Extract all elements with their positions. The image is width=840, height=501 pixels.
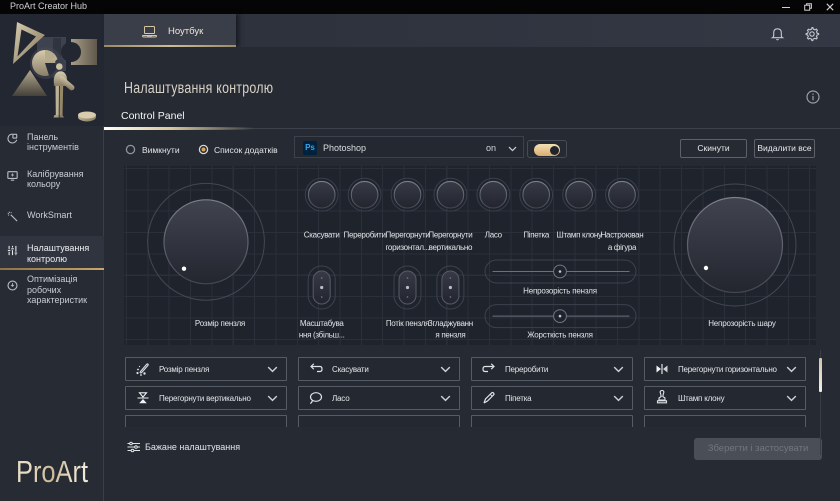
- svg-text:вертикально: вертикально: [429, 243, 473, 252]
- svg-text:Настроюван: Настроюван: [601, 231, 644, 240]
- svg-text:Розмір пензля: Розмір пензля: [195, 319, 245, 328]
- svg-text:Штамп клону: Штамп клону: [556, 231, 602, 240]
- svg-text:Переробити: Переробити: [344, 231, 386, 240]
- svg-text:Масштабува: Масштабува: [300, 319, 345, 328]
- svg-text:Згладжуванн: Згладжуванн: [428, 319, 473, 328]
- svg-text:Непрозорість пензля: Непрозорість пензля: [523, 287, 597, 296]
- svg-text:Потік пензля: Потік пензля: [386, 319, 429, 328]
- svg-text:а фігура: а фігура: [608, 243, 637, 252]
- svg-text:горизонтал...: горизонтал...: [385, 243, 429, 252]
- svg-text:Непрозорість шару: Непрозорість шару: [708, 319, 776, 328]
- svg-text:Перегорнути: Перегорнути: [428, 231, 472, 240]
- svg-text:я пензля: я пензля: [435, 331, 465, 340]
- svg-text:Піпетка: Піпетка: [523, 231, 550, 240]
- svg-text:Жорсткість пензля: Жорсткість пензля: [527, 331, 593, 340]
- svg-text:Скасувати: Скасувати: [304, 231, 340, 240]
- svg-text:Ласо: Ласо: [485, 231, 503, 240]
- svg-text:Перегорнути: Перегорнути: [386, 231, 430, 240]
- svg-text:ння (збільш...: ння (збільш...: [299, 331, 345, 340]
